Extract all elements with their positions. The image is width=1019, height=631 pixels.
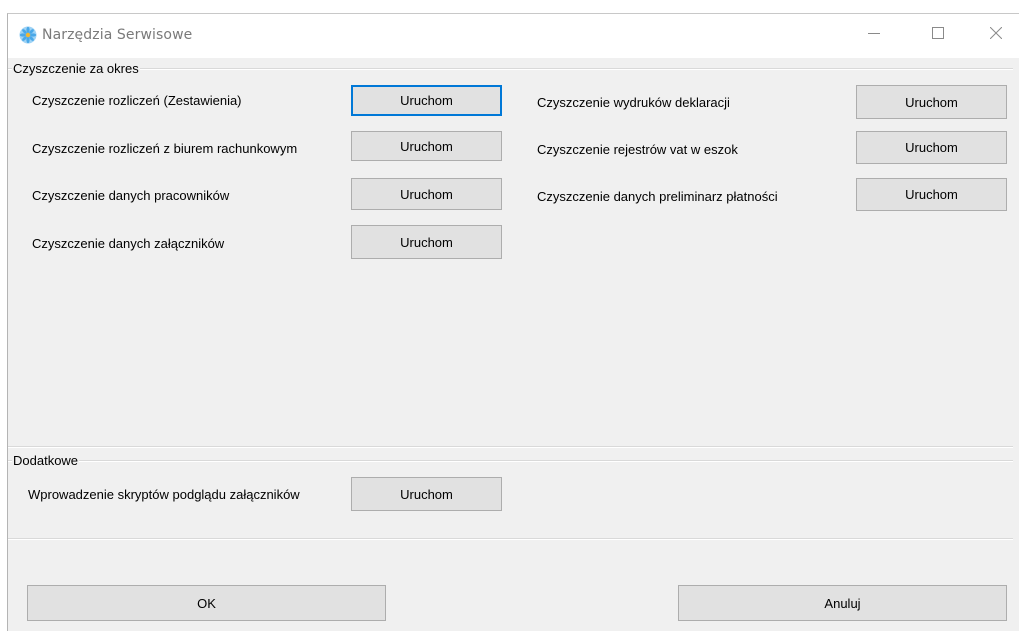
maximize-button[interactable] <box>915 14 961 54</box>
group-divider <box>8 538 1013 540</box>
minimize-icon <box>868 27 880 42</box>
label-cleanup-payment-schedule: Czyszczenie danych preliminarz płatności <box>537 189 778 204</box>
run-attachment-preview-scripts-button[interactable]: Uruchom <box>351 477 502 511</box>
maximize-icon <box>932 26 944 42</box>
run-cleanup-payment-schedule-button[interactable]: Uruchom <box>856 178 1007 211</box>
run-cleanup-accounting-office-button[interactable]: Uruchom <box>351 131 502 161</box>
label-cleanup-declaration-prints: Czyszczenie wydruków deklaracji <box>537 95 730 110</box>
close-icon <box>989 26 1003 42</box>
minimize-button[interactable] <box>851 14 897 54</box>
run-cleanup-declaration-prints-button[interactable]: Uruchom <box>856 85 1007 119</box>
group-title-additional: Dodatkowe <box>12 453 80 468</box>
run-cleanup-vat-registers-button[interactable]: Uruchom <box>856 131 1007 164</box>
label-cleanup-attachments: Czyszczenie danych załączników <box>32 236 225 251</box>
group-title-period-cleanup: Czyszczenie za okres <box>12 61 140 76</box>
label-cleanup-accounting-office: Czyszczenie rozliczeń z biurem rachunkow… <box>32 141 298 156</box>
run-cleanup-attachments-button[interactable]: Uruchom <box>351 225 502 259</box>
service-tools-window: Narzędzia Serwisowe Czyszczenie za okres… <box>7 13 1019 631</box>
cancel-button[interactable]: Anuluj <box>678 585 1007 621</box>
group-divider <box>8 460 1013 462</box>
flower-app-icon <box>19 26 37 44</box>
title-bar: Narzędzia Serwisowe <box>8 14 1019 58</box>
label-attachment-preview-scripts: Wprowadzenie skryptów podglądu załącznik… <box>28 487 300 502</box>
close-button[interactable] <box>973 14 1019 54</box>
group-divider <box>8 68 1013 70</box>
dialog-body: Czyszczenie za okres Czyszczenie rozlicz… <box>8 58 1019 631</box>
label-cleanup-vat-registers: Czyszczenie rejestrów vat w eszok <box>537 142 738 157</box>
run-cleanup-employees-button[interactable]: Uruchom <box>351 178 502 210</box>
window-title: Narzędzia Serwisowe <box>42 27 193 43</box>
label-cleanup-settlements: Czyszczenie rozliczeń (Zestawienia) <box>32 93 242 108</box>
group-divider <box>8 446 1013 448</box>
ok-button[interactable]: OK <box>27 585 386 621</box>
label-cleanup-employees: Czyszczenie danych pracowników <box>32 188 230 203</box>
run-cleanup-settlements-button[interactable]: Uruchom <box>351 85 502 116</box>
